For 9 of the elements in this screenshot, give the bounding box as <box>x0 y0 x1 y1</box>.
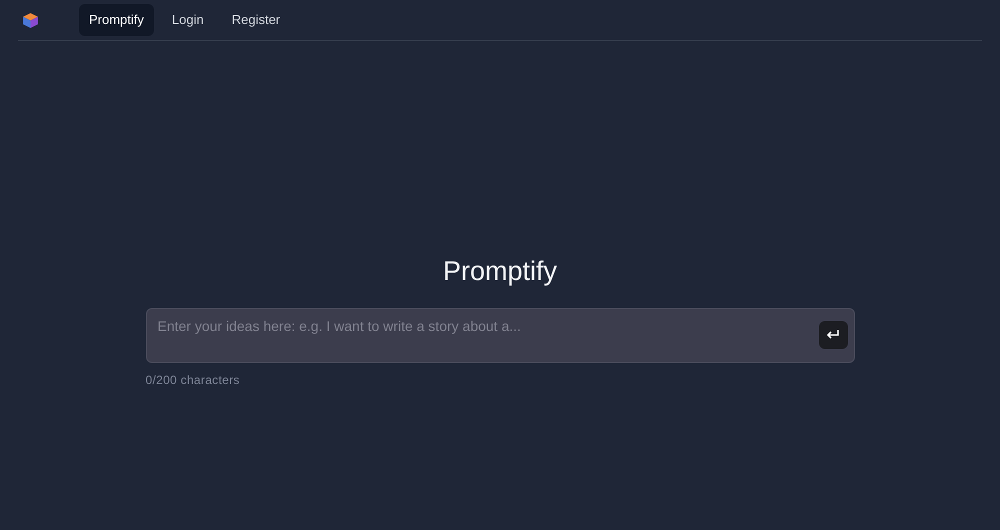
character-counter: 0/200 characters <box>146 372 241 388</box>
cube-logo-icon[interactable] <box>22 12 39 28</box>
page-title: Promptify <box>442 255 558 288</box>
nav-link[interactable]: Promptify <box>79 4 154 36</box>
nav-link[interactable]: Login <box>162 4 214 36</box>
enter-icon <box>826 328 840 340</box>
nav-link[interactable]: Register <box>222 4 290 36</box>
submit-button[interactable] <box>818 320 848 348</box>
prompt-field[interactable]: Enter your ideas here: e.g. I want to write a story about a... <box>146 308 854 362</box>
